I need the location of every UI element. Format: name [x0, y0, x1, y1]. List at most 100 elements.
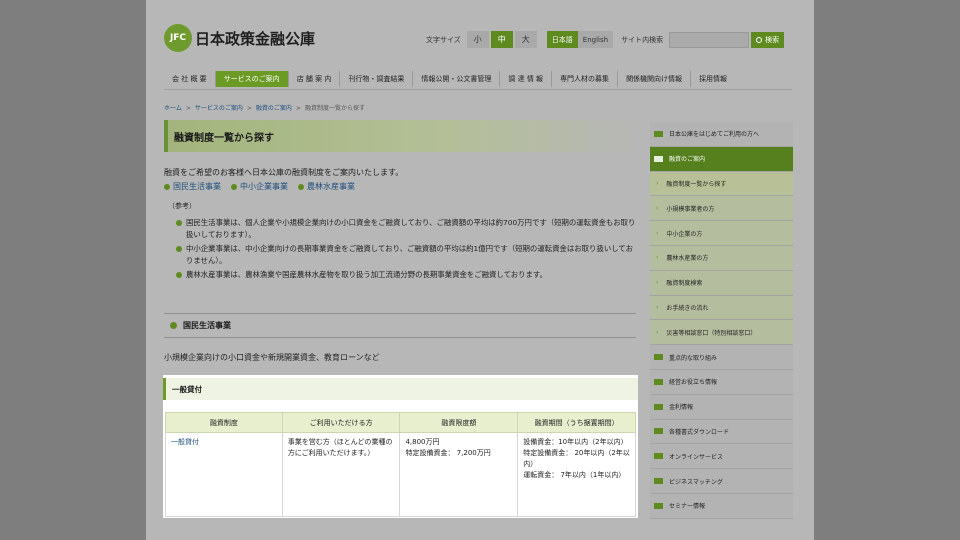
page-title: 融資制度一覧から探す [174, 132, 274, 144]
panel-title: 一般貸付 [163, 378, 638, 400]
global-nav: 会 社 概 要 サービスのご案内 店 舗 案 内 刊行物・調査結果 情報公開・公… [164, 68, 792, 90]
menu-icon [654, 453, 663, 460]
link-label: 農林水産事業 [307, 182, 355, 191]
menu-icon [654, 155, 663, 162]
loan-name-link[interactable]: 一般貸付 [165, 432, 283, 517]
sidebar-subitem-procedure[interactable]: › お手続きの流れ [650, 295, 793, 321]
gnav-item-experts[interactable]: 専門人材の募集 [552, 70, 619, 87]
sidebar-item-label: 融資制度一覧から探す [666, 180, 727, 188]
breadcrumb-separator: > [185, 105, 191, 112]
period-special-equipment: 特定設備資金： 20年以内（2年以内） [523, 449, 630, 468]
period-working-capital: 運転資金： 7年以内（1年以内） [523, 471, 626, 479]
menu-icon [654, 130, 663, 137]
search-icon [756, 36, 763, 43]
search-button[interactable]: 検索 [751, 31, 785, 48]
gnav-item-services[interactable]: サービスのご案内 [215, 70, 289, 87]
sidebar-subitem-disaster[interactable]: › 災害等相談窓口（特別相談窓口） [650, 320, 793, 346]
reference-text: 農林水産事業は、農林漁業や国産農林水産物を取り扱う加工流通分野の長期事業資金をご… [186, 269, 547, 279]
breadcrumb-services[interactable]: サービスのご案内 [195, 105, 243, 112]
sidebar-item-seminars[interactable]: セミナー情報 [650, 493, 793, 519]
sidebar-item-management-info[interactable]: 経営お役立ち情報 [650, 369, 793, 395]
gnav-item-company[interactable]: 会 社 概 要 [164, 70, 216, 87]
bullet-icon [176, 271, 182, 278]
sidebar-subitem-sme[interactable]: › 中小企業の方 [650, 221, 793, 246]
list-item: 農林水産事業は、農林漁業や国産農林水産物を取り扱う加工流通分野の長期事業資金をご… [176, 269, 636, 281]
sidebar-item-label: セミナー情報 [669, 503, 706, 511]
loan-limit: 4,800万円 特定設備資金： 7,200万円 [399, 432, 519, 517]
sidebar-item-label: 融資のご案内 [669, 156, 706, 164]
sidebar-item-loans[interactable]: 融資のご案内 [650, 146, 793, 172]
sidebar-item-online[interactable]: オンラインサービス [650, 444, 793, 470]
gnav-item-disclosure[interactable]: 情報公開・公文書管理 [413, 70, 501, 87]
sidebar-item-label: 融資制度検索 [666, 280, 703, 288]
reference-text: 国民生活事業は、個人企業や小規模企業向けの小口資金をご融資しており、ご融資額の平… [186, 218, 636, 240]
gnav-item-recruit[interactable]: 採用情報 [691, 71, 735, 87]
table-header-row: 融資制度 ご利用いただける方 融資限度額 融資期間（うち据置期間） [165, 412, 636, 433]
sidebar-item-label: 各種書式ダウンロード [669, 428, 730, 436]
section-title: 国民生活事業 [183, 321, 231, 330]
chevron-right-icon: › [656, 229, 659, 237]
sidebar-item-label: 金利情報 [669, 404, 694, 412]
sidebar-item-label: 経営お役立ち情報 [669, 379, 718, 387]
reference-list: 国民生活事業は、個人企業や小規模企業向けの小口資金をご融資しており、ご融資額の平… [176, 217, 636, 282]
sidebar-item-forms[interactable]: 各種書式ダウンロード [650, 419, 793, 445]
sidebar-item-first-time[interactable]: 日本公庫をはじめてご利用の方へ [650, 122, 793, 147]
sidebar-subitem-loan-search[interactable]: › 融資制度検索 [650, 270, 793, 296]
breadcrumb-loans[interactable]: 融資のご案内 [256, 105, 292, 112]
bullet-icon [176, 245, 182, 252]
chevron-right-icon: › [656, 279, 659, 287]
reference-heading: （参考） [168, 202, 196, 210]
section-description: 小規模企業向けの小口資金や新規開業資金、教育ローンなど [164, 353, 380, 362]
bullet-icon [176, 220, 182, 226]
gnav-item-publications[interactable]: 刊行物・調査結果 [340, 70, 414, 87]
loan-limit-general: 4,800万円 [405, 438, 440, 446]
column-header: 融資期間（うち据置期間） [517, 412, 636, 433]
breadcrumb-separator: > [295, 105, 301, 112]
business-links: 国民生活事業 中小企業事業 農林水産事業 [164, 181, 365, 192]
font-size-small-button[interactable]: 小 [466, 31, 489, 48]
font-size-medium-button[interactable]: 中 [490, 31, 513, 48]
menu-icon [654, 403, 663, 410]
gnav-item-partners[interactable]: 関係機関向け情報 [618, 70, 692, 87]
loan-table: 融資制度 ご利用いただける方 融資限度額 融資期間（うち据置期間） 一般貸付 事… [165, 412, 636, 517]
period-equipment: 設備資金：10年以内（2年以内） [523, 438, 628, 446]
sidebar-item-initiatives[interactable]: 重点的な取り組み [650, 345, 793, 370]
sidebar-item-label: 小規模事業者の方 [666, 205, 715, 213]
link-sme[interactable]: 中小企業事業 [231, 181, 288, 192]
column-header: 融資制度 [165, 412, 283, 433]
link-label: 中小企業事業 [240, 182, 288, 191]
sidebar-item-label: 重点的な取り組み [669, 354, 718, 362]
loan-panel: 一般貸付 融資制度 ご利用いただける方 融資限度額 融資期間（うち据置期間） 一… [163, 375, 638, 518]
sidebar-subitem-loan-list[interactable]: › 融資制度一覧から探す [650, 171, 793, 197]
link-national-life[interactable]: 国民生活事業 [164, 181, 221, 192]
breadcrumb: ホーム > サービスのご案内 > 融資のご案内 > 融資制度一覧から探す [164, 103, 365, 112]
logo-text: 日本政策金融公庫 [195, 29, 316, 48]
sidebar-item-label: オンラインサービス [669, 453, 724, 461]
chevron-right-icon: › [656, 303, 659, 311]
loan-limit-special: 特定設備資金： 7,200万円 [405, 449, 491, 457]
sidebar: 日本公庫をはじめてご利用の方へ 融資のご案内 › 融資制度一覧から探す › 小規模事… [650, 122, 793, 519]
gnav-item-branches[interactable]: 店 舗 案 内 [289, 70, 341, 87]
sidebar-item-matching[interactable]: ビジネスマッチング [650, 469, 793, 494]
link-label: 国民生活事業 [173, 182, 221, 191]
lang-english-button[interactable]: English [577, 31, 614, 48]
site-logo[interactable]: JFC 日本政策金融公庫 [164, 24, 315, 52]
search-input[interactable] [669, 31, 750, 48]
gnav-item-procurement[interactable]: 調 達 情 報 [500, 70, 553, 87]
intro-text: 融資をご希望のお客様へ日本公庫の融資制度をご案内いたします。 [164, 168, 404, 177]
column-header: ご利用いただける方 [281, 412, 401, 433]
sidebar-subitem-agriculture[interactable]: › 農林水産業の方 [650, 245, 793, 271]
section-heading: 国民生活事業 [164, 313, 636, 338]
sidebar-subitem-small-business[interactable]: › 小規模事業者の方 [650, 196, 793, 222]
sidebar-item-label: 災害等相談窓口（特別相談窓口） [666, 329, 757, 337]
breadcrumb-home[interactable]: ホーム [164, 105, 182, 112]
column-header: 融資限度額 [399, 412, 519, 433]
table-row: 一般貸付 事業を営む方（ほとんどの業種の方にご利用いただけます。） 4,800万… [165, 432, 636, 517]
font-size-large-button[interactable]: 大 [514, 31, 537, 48]
breadcrumb-separator: > [246, 105, 252, 112]
lang-japanese-button[interactable]: 日本語 [546, 31, 578, 48]
sidebar-item-interest-rates[interactable]: 金利情報 [650, 394, 793, 420]
bullet-icon [164, 183, 170, 190]
link-agriculture[interactable]: 農林水産事業 [298, 181, 355, 192]
menu-icon [654, 502, 663, 509]
